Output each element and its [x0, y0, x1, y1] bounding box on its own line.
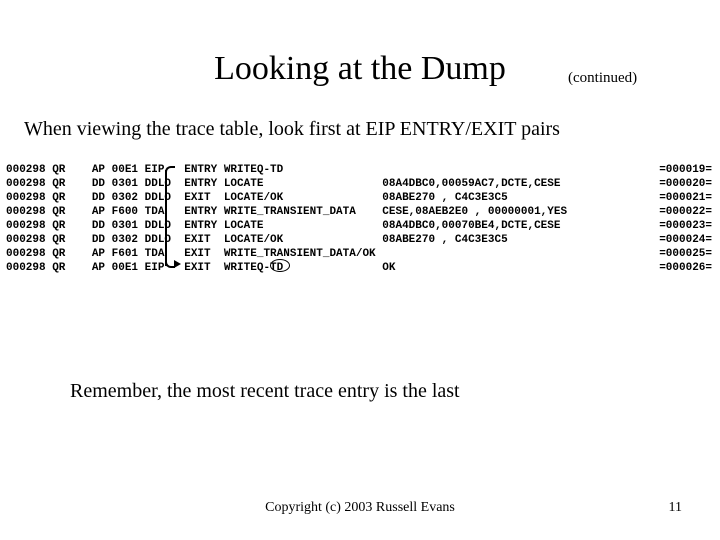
footnote-text: Remember, the most recent trace entry is… — [70, 380, 460, 403]
page-number: 11 — [669, 500, 682, 516]
continued-label: (continued) — [568, 70, 637, 87]
arrow-head-icon — [174, 260, 181, 268]
sequence-column: =000019= =000020= =000021= =000022= =000… — [659, 163, 712, 275]
trace-table: 000298 QR AP 00E1 EIP ENTRY WRITEQ-TD 00… — [6, 163, 567, 275]
arrow-annotation — [165, 170, 167, 266]
ok-circle-annotation — [270, 259, 290, 272]
copyright-text: Copyright (c) 2003 Russell Evans — [0, 500, 720, 516]
slide-title: Looking at the Dump — [214, 50, 506, 87]
slide-subtitle: When viewing the trace table, look first… — [24, 118, 560, 141]
